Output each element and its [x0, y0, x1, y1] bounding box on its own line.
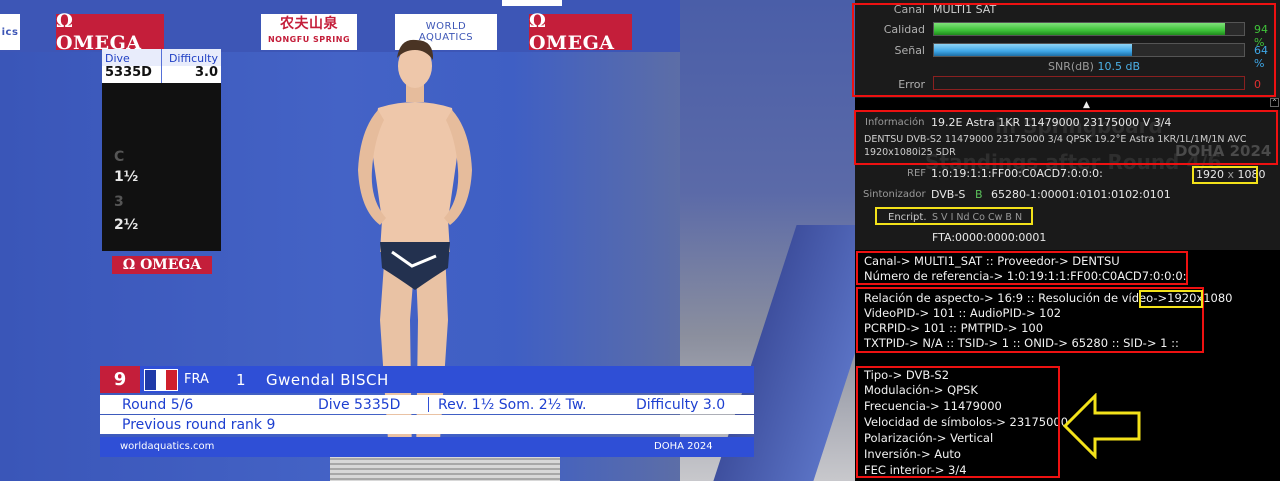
difficulty-value: 3.0	[194, 65, 218, 80]
omega-sponsor-logo: Ω OMEGA	[56, 10, 164, 54]
twist-count-1: 1½	[114, 169, 139, 185]
difficulty-text: Difficulty 3.0	[636, 396, 726, 413]
ref-value: 1:0:19:1:1:FF00:C0ACD7:0:0:0:	[931, 167, 1103, 180]
dive-description-text: Rev. 1½ Som. 2½ Tw.	[438, 396, 587, 413]
row-divider	[428, 397, 429, 412]
video-frame: ics Ω OMEGA 农夫山泉 NONGFU SPRING WORLD AQU…	[0, 0, 855, 481]
tuner-band: B	[975, 188, 983, 201]
website-text: worldaquatics.com	[120, 441, 215, 452]
nongfu-cn-text: 农夫山泉	[280, 16, 338, 32]
dive-code-text: Dive 5335D	[318, 396, 401, 413]
tuner-label: Sintonizador	[863, 189, 926, 200]
previous-rank-text: Previous round rank 9	[122, 416, 276, 433]
fta-value: FTA:0000:0000:0001	[932, 231, 1047, 244]
twist-icon: 3	[114, 194, 124, 210]
omega-logo-text: Ω OMEGA	[56, 10, 142, 54]
ref-label: REF	[907, 168, 927, 179]
somersault-icon: C	[114, 149, 125, 165]
flag-stripe-red	[166, 369, 178, 390]
dive-details-row: Round 5/6 Dive 5335D Rev. 1½ Som. 2½ Tw.…	[100, 395, 754, 414]
round-text: Round 5/6	[122, 396, 194, 413]
twist-count-2: 2½	[114, 217, 139, 233]
omega-sponsor-logo-2: Ω OMEGA	[529, 10, 632, 54]
flag-stripe-white	[155, 369, 167, 390]
dive-value: 5335D	[105, 65, 152, 80]
annotation-arrow-icon	[1062, 393, 1141, 459]
annotation-box-encryption	[875, 207, 1033, 225]
athlete-name: Gwendal BISCH	[266, 370, 389, 389]
france-flag-icon	[144, 368, 178, 391]
annotation-box-tuning	[856, 366, 1060, 478]
difficulty-col: Difficulty 3.0	[161, 49, 221, 83]
tuner-pids: 65280-1:00001:0101:0102:0101	[991, 188, 1171, 201]
annotation-box-resolution	[1192, 166, 1258, 184]
athlete-position: 1	[236, 370, 246, 389]
sponsor-edge-left: ics	[0, 14, 20, 50]
flag-stripe-blue	[145, 369, 156, 390]
omega-panel-logo-text: Ω OMEGA	[122, 257, 202, 273]
sponsor-edge-left-text: ics	[1, 26, 19, 38]
scoreboard-lower-third: 9 FRA 1 Gwendal BISCH Round 5/6 Dive 533…	[100, 366, 754, 457]
country-code: FRA	[184, 372, 209, 387]
scoreboard-footer: worldaquatics.com DOHA 2024	[100, 437, 754, 457]
tuner-value: DVB-S	[931, 188, 966, 201]
dive-label: Dive	[105, 52, 130, 65]
dive-info-header: Dive 5335D Difficulty 3.0	[102, 49, 221, 83]
scroll-up-icon[interactable]: ▲	[1083, 100, 1090, 110]
dive-info-panel: Dive 5335D Difficulty 3.0 C 1½ 3 2½	[102, 49, 221, 251]
omega-logo-text-2: Ω OMEGA	[529, 10, 615, 54]
annotation-box-info	[854, 110, 1278, 165]
sponsor-edge-top	[502, 0, 562, 6]
annotation-box-signal	[852, 3, 1276, 97]
nongfu-en-text: NONGFU SPRING	[267, 35, 351, 44]
dive-col: Dive 5335D	[102, 49, 161, 83]
event-text: DOHA 2024	[654, 441, 713, 452]
annotation-box-canal	[856, 251, 1188, 285]
athlete-row: 9 FRA 1 Gwendal BISCH	[100, 366, 754, 393]
omega-panel-logo: Ω OMEGA	[112, 256, 212, 274]
annotation-box-aspect-res	[1139, 290, 1203, 308]
difficulty-label: Difficulty	[168, 52, 218, 65]
rank-badge: 9	[100, 366, 140, 393]
expand-icon[interactable]: ⌃	[1270, 98, 1279, 107]
previous-rank-row: Previous round rank 9	[100, 415, 754, 434]
screenshot-root: ics Ω OMEGA 农夫山泉 NONGFU SPRING WORLD AQU…	[0, 0, 1280, 481]
